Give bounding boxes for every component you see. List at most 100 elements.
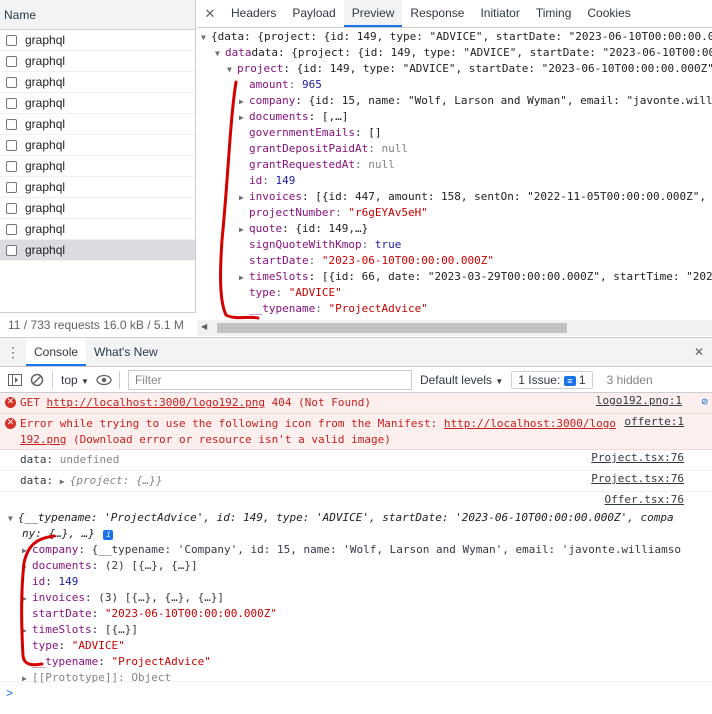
obj-typename[interactable]: __typename: "ProjectAdvice" [22, 654, 712, 670]
request-checkbox[interactable] [6, 55, 17, 67]
request-checkbox[interactable] [6, 118, 17, 130]
preview-tree: ▼ {data: {project: {id: 149, type: "ADVIC… [197, 29, 712, 319]
live-expression-eye-icon[interactable] [93, 370, 115, 390]
data-value: data: {project: {id: 149, type: "ADVICE"… [251, 46, 712, 59]
obj-prototype[interactable]: ▶ [[Prototype]]: Object [22, 670, 712, 686]
log-levels-dropdown[interactable]: Default levels ▼ [420, 373, 503, 387]
obj-time-slots[interactable]: ▶ timeSlots: [{…}] [22, 622, 712, 638]
more-options-icon[interactable]: ⋮ [0, 338, 26, 366]
preview-quote[interactable]: ▶ quote: {id: 149,…} [197, 221, 712, 237]
tab-timing[interactable]: Timing [528, 0, 580, 27]
console-prompt-icon[interactable]: > [6, 686, 13, 700]
request-name: graphql [25, 221, 66, 236]
source-link[interactable]: Project.tsx:76 [591, 472, 684, 485]
network-request-icon[interactable]: ⊘ [701, 395, 708, 408]
scroll-left-arrow-icon[interactable]: ◀ [201, 322, 207, 331]
source-link[interactable]: logo192.png:1 [596, 394, 682, 407]
collapsed-triangle-icon: ▶ [22, 562, 27, 571]
collapsed-triangle-icon: ▶ [239, 273, 244, 282]
tab-cookies[interactable]: Cookies [579, 0, 638, 27]
preview-project[interactable]: ▼ project: {id: 149, type: "ADVICE", star… [197, 61, 712, 77]
obj-invoices[interactable]: ▶ invoices: (3) [{…}, {…}, {…}] [22, 590, 712, 606]
request-name: graphql [25, 179, 66, 194]
source-link[interactable]: Project.tsx:76 [591, 451, 684, 464]
close-drawer-icon[interactable]: ✕ [694, 338, 712, 366]
source-link[interactable]: Offer.tsx:76 [605, 493, 684, 506]
preview-time-slots[interactable]: ▶ timeSlots: [{id: 66, date: "2023-03-29T… [197, 269, 712, 285]
expanded-triangle-icon: ▼ [201, 33, 206, 42]
tab-whats-new[interactable]: What's New [86, 338, 166, 366]
obj-documents[interactable]: ▶ documents: (2) [{…}, {…}] [22, 558, 712, 574]
request-name: graphql [25, 200, 66, 215]
context-selector[interactable]: top ▼ [57, 373, 93, 387]
console-toolbar: top ▼ Filter Default levels ▼ 1 Issue: ≡ … [0, 367, 712, 393]
preview-data[interactable]: ▼ datadata: {project: {id: 149, type: "AD… [197, 45, 712, 61]
drawer-tabs: ⋮ Console What's New ✕ [0, 338, 712, 367]
preview-type[interactable]: type: "ADVICE" [197, 285, 712, 301]
request-row[interactable]: graphql [0, 156, 195, 177]
request-row[interactable]: graphql [0, 219, 195, 240]
source-link[interactable]: offerte:1 [624, 415, 684, 428]
object-preview-wrap: ny: {…}, …} i [22, 526, 712, 542]
preview-documents[interactable]: ▶ documents: [,…] [197, 109, 712, 125]
request-checkbox[interactable] [6, 223, 17, 235]
collapsed-triangle-icon: ▶ [239, 113, 244, 122]
name-column-header[interactable]: Name [0, 0, 195, 30]
expanded-triangle-icon: ▼ [227, 65, 232, 74]
preview-root[interactable]: ▼ {data: {project: {id: 149, type: "ADVIC… [197, 29, 712, 45]
request-checkbox[interactable] [6, 97, 17, 109]
preview-start-date[interactable]: startDate: "2023-06-10T00:00:00.000Z" [197, 253, 712, 269]
obj-company[interactable]: ▶ company: {__typename: 'Company', id: 15… [22, 542, 712, 558]
request-row[interactable]: graphql [0, 177, 195, 198]
request-checkbox[interactable] [6, 244, 17, 256]
request-row[interactable]: graphql [0, 93, 195, 114]
request-checkbox[interactable] [6, 202, 17, 214]
request-row[interactable]: graphql [0, 72, 195, 93]
preview-id[interactable]: id: 149 [197, 173, 712, 189]
request-checkbox[interactable] [6, 181, 17, 193]
tab-payload[interactable]: Payload [284, 0, 343, 27]
request-row[interactable]: graphql [0, 51, 195, 72]
log-data-project: data: ▶ {project: {…}} Project.tsx:76 [0, 471, 712, 492]
preview-company[interactable]: ▶ company: {id: 15, name: "Wolf, Larson a… [197, 93, 712, 109]
clear-console-icon[interactable] [26, 370, 48, 390]
tab-response[interactable]: Response [402, 0, 472, 27]
request-row[interactable]: graphql [0, 198, 195, 219]
tab-preview[interactable]: Preview [343, 0, 403, 27]
object-preview[interactable]: ▼ {__typename: 'ProjectAdvice', id: 149, … [8, 510, 712, 526]
sidebar-toggle-icon[interactable] [4, 370, 26, 390]
request-name: graphql [25, 95, 66, 110]
request-row[interactable]: graphql [0, 240, 195, 261]
preview-grant-requested[interactable]: grantRequestedAt: null [197, 157, 712, 173]
collapsed-triangle-icon: ▶ [239, 97, 244, 106]
request-name: graphql [25, 116, 66, 131]
preview-sign-quote[interactable]: signQuoteWithKmop: true [197, 237, 712, 253]
preview-typename[interactable]: __typename: "ProjectAdvice" [197, 301, 712, 317]
filter-input[interactable]: Filter [127, 369, 412, 390]
preview-amount[interactable]: amount: 965 [197, 77, 712, 93]
tab-initiator[interactable]: Initiator [472, 0, 527, 27]
request-checkbox[interactable] [6, 160, 17, 172]
preview-grant-deposit[interactable]: grantDepositPaidAt: null [197, 141, 712, 157]
preview-project-number[interactable]: projectNumber: "r6gEYAv5eH" [197, 205, 712, 221]
tab-headers[interactable]: Headers [223, 0, 284, 27]
obj-start-date[interactable]: startDate: "2023-06-10T00:00:00.000Z" [22, 606, 712, 622]
preview-government-emails[interactable]: governmentEmails: [] [197, 125, 712, 141]
close-icon[interactable]: ✕ [197, 0, 223, 27]
scrollbar-thumb[interactable] [217, 323, 567, 333]
request-row[interactable]: graphql [0, 114, 195, 135]
request-row[interactable]: graphql [0, 30, 195, 51]
horizontal-scrollbar[interactable]: ◀ [197, 320, 712, 336]
preview-invoices[interactable]: ▶ invoices: [{id: 447, amount: 158, sentO… [197, 189, 712, 205]
tab-console[interactable]: Console [26, 338, 87, 366]
request-checkbox[interactable] [6, 76, 17, 88]
issues-button[interactable]: 1 Issue: ≡ 1 [511, 370, 593, 389]
collapsed-triangle-icon: ▶ [59, 477, 65, 486]
request-summary: 11 / 733 requests 16.0 kB / 5.1 M [0, 312, 196, 336]
request-checkbox[interactable] [6, 139, 17, 151]
obj-id[interactable]: id: 149 [22, 574, 712, 590]
obj-type[interactable]: type: "ADVICE" [22, 638, 712, 654]
request-row[interactable]: graphql [0, 135, 195, 156]
request-checkbox[interactable] [6, 34, 17, 46]
hidden-count: 3 hidden [606, 372, 653, 387]
